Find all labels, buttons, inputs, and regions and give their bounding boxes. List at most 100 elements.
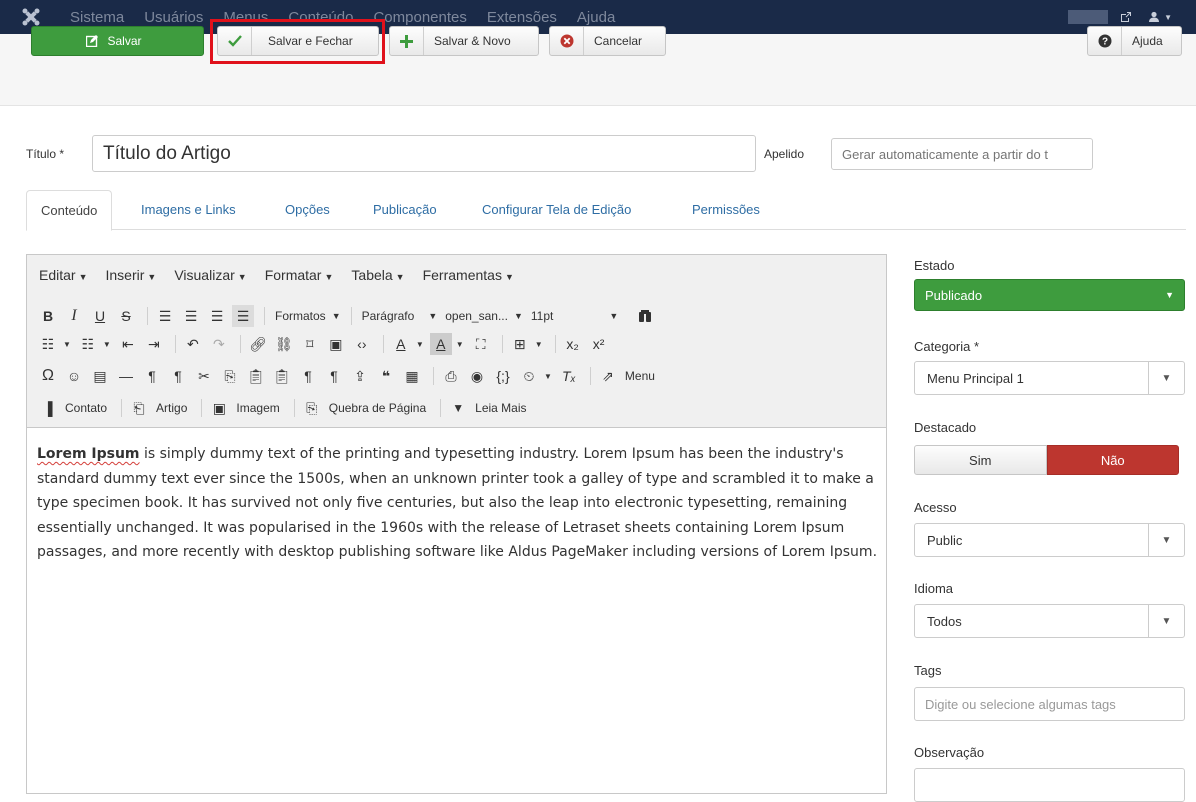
clear-formatting-icon[interactable]: Tₓ: [558, 365, 580, 387]
alias-input[interactable]: [831, 138, 1093, 170]
image-icon[interactable]: ▣: [325, 333, 347, 355]
editor-menu-editar[interactable]: Editar ▼: [39, 267, 88, 283]
outdent-icon[interactable]: ⇤: [117, 333, 139, 355]
save-new-button[interactable]: Salvar & Novo: [389, 26, 539, 56]
preview-icon[interactable]: ◉: [466, 365, 488, 387]
code-sample-icon[interactable]: {;}: [492, 365, 514, 387]
contact-button[interactable]: Contato: [65, 401, 107, 415]
link-icon[interactable]: 🔗︎: [247, 333, 269, 355]
access-select[interactable]: Public ▼: [914, 523, 1185, 557]
featured-no-button[interactable]: Não: [1046, 445, 1179, 475]
external-link-icon[interactable]: [1120, 11, 1132, 23]
bold-icon[interactable]: B: [37, 305, 59, 327]
align-right-icon[interactable]: ☰: [206, 305, 228, 327]
state-select[interactable]: Publicado ▼: [914, 279, 1185, 311]
editor-content[interactable]: Lorem Ipsum is simply dummy text of the …: [37, 442, 881, 565]
align-left-icon[interactable]: ☰: [154, 305, 176, 327]
article-button[interactable]: Artigo: [156, 401, 187, 415]
underline-icon[interactable]: U: [89, 305, 111, 327]
ltr-icon[interactable]: ¶: [141, 365, 163, 387]
numbered-list-icon[interactable]: ☷: [77, 333, 99, 355]
paste-icon[interactable]: 📋︎: [245, 365, 267, 387]
toolbar-separator: [433, 367, 434, 385]
undo-icon[interactable]: ↶: [182, 333, 204, 355]
menu-button-label[interactable]: Menu: [625, 369, 655, 383]
cancel-button[interactable]: Cancelar: [549, 26, 666, 56]
category-select[interactable]: Menu Principal 1 ▼: [914, 361, 1185, 395]
menu-ajuda[interactable]: Ajuda: [577, 9, 615, 26]
title-input[interactable]: [92, 135, 756, 172]
article-icon[interactable]: ⎗: [128, 397, 150, 419]
menu-share-icon[interactable]: ⇗: [597, 365, 619, 387]
text-color-icon[interactable]: A: [390, 333, 412, 355]
editor-menu-tabela[interactable]: Tabela ▼: [351, 267, 404, 283]
editor-menu-ferramentas[interactable]: Ferramentas ▼: [423, 267, 514, 283]
visual-chars-icon[interactable]: ¶: [323, 365, 345, 387]
tags-input[interactable]: Digite ou selecione algumas tags: [914, 687, 1185, 721]
menu-sistema[interactable]: Sistema: [70, 9, 124, 26]
indent-icon[interactable]: ⇥: [143, 333, 165, 355]
paste-text-icon[interactable]: 📋︎: [271, 365, 293, 387]
tab-conteudo[interactable]: Conteúdo: [26, 190, 113, 231]
readmore-icon[interactable]: ▼: [447, 397, 469, 419]
menu-usuarios[interactable]: Usuários: [144, 9, 203, 26]
tab-imagens-links[interactable]: Imagens e Links: [141, 190, 236, 230]
find-replace-icon[interactable]: [634, 305, 656, 327]
background-color-icon[interactable]: A: [429, 333, 452, 355]
paragraph-dropdown[interactable]: Parágrafo ▼: [358, 305, 442, 327]
font-size-dropdown[interactable]: 11pt ▼: [527, 305, 622, 327]
code-icon[interactable]: ‹›: [351, 333, 373, 355]
tab-permissoes[interactable]: Permissões: [692, 190, 760, 230]
superscript-icon[interactable]: x²: [588, 333, 610, 355]
picture-icon[interactable]: ▣: [208, 397, 230, 419]
blockquote-icon[interactable]: ❝: [375, 365, 397, 387]
language-select[interactable]: Todos ▼: [914, 604, 1185, 638]
align-justify-icon[interactable]: ☰: [232, 305, 254, 327]
menu-componentes[interactable]: Componentes: [373, 9, 466, 26]
tab-configurar-tela[interactable]: Configurar Tela de Edição: [482, 190, 631, 230]
upload-icon[interactable]: ⇪: [349, 365, 371, 387]
pagebreak-button[interactable]: Quebra de Página: [329, 401, 426, 415]
strikethrough-icon[interactable]: S: [115, 305, 137, 327]
rich-text-editor: Editar ▼ Inserir ▼ Visualizar ▼ Formatar ▼ T…: [26, 254, 887, 794]
help-button[interactable]: ? Ajuda: [1087, 26, 1182, 56]
italic-icon[interactable]: I: [63, 305, 85, 327]
subscript-icon[interactable]: x₂: [562, 333, 584, 355]
editor-menu-formatar[interactable]: Formatar ▼: [265, 267, 334, 283]
show-blocks-icon[interactable]: ¶: [297, 365, 319, 387]
menu-extensoes[interactable]: Extensões: [487, 9, 557, 26]
site-name-block[interactable]: [1068, 10, 1109, 24]
fullscreen-icon[interactable]: ⛶: [470, 333, 492, 355]
bullet-list-icon[interactable]: ☷: [37, 333, 59, 355]
contact-icon[interactable]: ▐: [37, 397, 59, 419]
unlink-icon[interactable]: ⛓: [273, 333, 295, 355]
template-icon[interactable]: ▦: [401, 365, 423, 387]
tab-opcoes[interactable]: Opções: [285, 190, 330, 230]
pagebreak-icon[interactable]: ⎘: [301, 397, 323, 419]
featured-yes-button[interactable]: Sim: [914, 445, 1047, 475]
redo-icon[interactable]: ↷: [208, 333, 230, 355]
align-center-icon[interactable]: ☰: [180, 305, 202, 327]
rtl-icon[interactable]: ¶: [167, 365, 189, 387]
user-icon[interactable]: ▼: [1148, 11, 1172, 23]
bookmark-icon[interactable]: ⌑: [299, 333, 321, 355]
special-char-icon[interactable]: Ω: [37, 365, 59, 387]
table-icon[interactable]: ⊞: [509, 333, 531, 355]
horizontal-rule-icon[interactable]: —: [115, 365, 137, 387]
insert-datetime-icon[interactable]: ⏲: [518, 365, 540, 387]
save-close-button[interactable]: Salvar e Fechar: [217, 26, 379, 56]
formats-dropdown[interactable]: Formatos ▼: [271, 305, 345, 327]
editor-menu-inserir[interactable]: Inserir ▼: [106, 267, 157, 283]
image-button[interactable]: Imagem: [236, 401, 279, 415]
media-icon[interactable]: ▤: [89, 365, 111, 387]
editor-menu-visualizar[interactable]: Visualizar ▼: [174, 267, 246, 283]
note-input[interactable]: [914, 768, 1185, 802]
save-button[interactable]: Salvar: [31, 26, 204, 56]
copy-icon[interactable]: ⎘: [219, 365, 241, 387]
tab-publicacao[interactable]: Publicação: [373, 190, 437, 230]
emoticons-icon[interactable]: ☺: [63, 365, 85, 387]
readmore-button[interactable]: Leia Mais: [475, 401, 526, 415]
cut-icon[interactable]: ✂: [193, 365, 215, 387]
print-icon[interactable]: ⎙: [440, 365, 462, 387]
font-family-dropdown[interactable]: open_san... ▼: [441, 305, 527, 327]
